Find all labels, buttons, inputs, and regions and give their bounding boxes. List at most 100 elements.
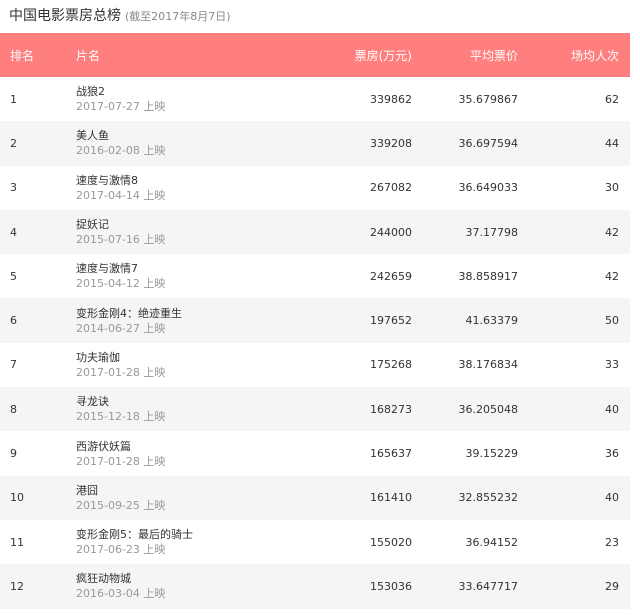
box-office-cell: 339208 [370,136,412,150]
box-office-table: 排名 片名 票房(万元) 平均票价 场均人次 1 战狼2 2017-07-27 上映… [0,33,630,609]
box-office-cell: 267082 [370,181,412,195]
film-cell: 港囧 2015-09-25 上映 [76,476,336,520]
table-row[interactable]: 11 变形金刚5：最后的骑士 2017-06-23 上映 155020 36.94152… [0,519,630,565]
film-cell: 西游伏妖篇 2017-01-28 上映 [76,431,336,475]
avg-attendance-cell: 40 [605,491,619,505]
column-header-rank[interactable]: 排名 [0,33,76,77]
film-title-link[interactable]: 港囧 [76,483,336,498]
column-header-film[interactable]: 片名 [76,33,336,77]
avg-price-cell: 36.205048 [458,402,519,416]
film-cell: 速度与激情7 2015-04-12 上映 [76,254,336,298]
film-title-link[interactable]: 疯狂动物城 [76,571,336,586]
rank-cell: 9 [10,447,17,461]
table-row[interactable]: 2 美人鱼 2016-02-08 上映 339208 36.697594 44 [0,121,630,166]
box-office-cell: 161410 [370,491,412,505]
film-title-link[interactable]: 捉妖记 [76,217,336,232]
avg-price-cell: 35.679867 [458,92,519,106]
box-office-cell: 175268 [370,358,412,372]
film-cell: 变形金刚5：最后的骑士 2017-06-23 上映 [76,520,336,564]
avg-attendance-cell: 42 [605,269,619,283]
rank-cell: 5 [10,269,17,283]
film-cell: 寻龙诀 2015-12-18 上映 [76,387,336,431]
table-row[interactable]: 12 疯狂动物城 2016-03-04 上映 153036 33.647717 29 [0,564,630,609]
box-office-cell: 165637 [370,447,412,461]
avg-price-cell: 38.176834 [458,358,519,372]
film-title-link[interactable]: 变形金刚5：最后的骑士 [76,527,336,542]
table-row[interactable]: 5 速度与激情7 2015-04-12 上映 242659 38.858917 42 [0,254,630,299]
avg-price-cell: 37.17798 [465,225,519,239]
release-date: 2017-04-14 上映 [76,188,166,202]
rank-cell: 1 [10,92,17,106]
rank-cell: 8 [10,402,17,416]
box-office-cell: 168273 [370,402,412,416]
release-date: 2015-07-16 上映 [76,233,166,247]
avg-attendance-cell: 42 [605,225,619,239]
column-header-box-office[interactable]: 票房(万元) [336,33,412,77]
film-cell: 疯狂动物城 2016-03-04 上映 [76,564,336,608]
avg-attendance-cell: 40 [605,402,619,416]
film-cell: 美人鱼 2016-02-08 上映 [76,121,336,165]
table-row[interactable]: 1 战狼2 2017-07-27 上映 339862 35.679867 62 [0,77,630,122]
film-title-link[interactable]: 变形金刚4：绝迹重生 [76,306,336,321]
table-row[interactable]: 9 西游伏妖篇 2017-01-28 上映 165637 39.15229 36 [0,431,630,476]
rank-cell: 6 [10,314,17,328]
release-date: 2015-09-25 上映 [76,498,166,512]
table-row[interactable]: 4 捉妖记 2015-07-16 上映 244000 37.17798 42 [0,209,630,255]
table-row[interactable]: 10 港囧 2015-09-25 上映 161410 32.855232 40 [0,475,630,520]
box-office-cell: 339862 [370,92,412,106]
rank-cell: 2 [10,136,17,150]
box-office-cell: 242659 [370,269,412,283]
avg-attendance-cell: 50 [605,314,619,328]
box-office-cell: 197652 [370,314,412,328]
avg-price-cell: 36.649033 [458,181,519,195]
box-office-cell: 153036 [370,579,412,593]
film-cell: 功夫瑜伽 2017-01-28 上映 [76,343,336,387]
rank-cell: 3 [10,181,17,195]
avg-attendance-cell: 23 [605,535,619,549]
release-date: 2015-12-18 上映 [76,410,166,424]
avg-attendance-cell: 33 [605,358,619,372]
film-cell: 速度与激情8 2017-04-14 上映 [76,166,336,210]
film-title-link[interactable]: 战狼2 [76,84,336,99]
avg-attendance-cell: 29 [605,579,619,593]
rank-cell: 7 [10,358,17,372]
film-title-link[interactable]: 速度与激情7 [76,261,336,276]
avg-attendance-cell: 36 [605,447,619,461]
table-row[interactable]: 6 变形金刚4：绝迹重生 2014-06-27 上映 197652 41.63379 50 [0,298,630,343]
release-date: 2014-06-27 上映 [76,321,166,335]
table-row[interactable]: 8 寻龙诀 2015-12-18 上映 168273 36.205048 40 [0,387,630,432]
avg-price-cell: 39.15229 [465,447,519,461]
film-title-link[interactable]: 西游伏妖篇 [76,439,336,454]
film-title-link[interactable]: 美人鱼 [76,128,336,143]
rank-cell: 12 [10,579,24,593]
column-header-avg-attendance[interactable]: 场均人次 [518,33,630,77]
release-date: 2015-04-12 上映 [76,277,166,291]
table-row[interactable]: 3 速度与激情8 2017-04-14 上映 267082 36.649033 30 [0,165,630,210]
film-cell: 变形金刚4：绝迹重生 2014-06-27 上映 [76,298,336,342]
title-date-note: (截至2017年8月7日) [125,10,231,23]
rank-cell: 11 [10,535,24,549]
film-title-link[interactable]: 速度与激情8 [76,173,336,188]
column-header-avg-price[interactable]: 平均票价 [412,33,518,77]
avg-price-cell: 33.647717 [458,579,519,593]
avg-attendance-cell: 30 [605,181,619,195]
table-row[interactable]: 7 功夫瑜伽 2017-01-28 上映 175268 38.176834 33 [0,342,630,388]
page-title: 中国电影票房总榜 (截至2017年8月7日) [9,5,231,25]
rank-cell: 10 [10,491,24,505]
release-date: 2017-01-28 上映 [76,454,166,468]
rank-cell: 4 [10,225,17,239]
avg-price-cell: 36.94152 [465,535,519,549]
avg-price-cell: 32.855232 [458,491,519,505]
film-title-link[interactable]: 功夫瑜伽 [76,350,336,365]
avg-price-cell: 36.697594 [458,136,519,150]
release-date: 2017-07-27 上映 [76,100,166,114]
box-office-cell: 155020 [370,535,412,549]
table-body: 1 战狼2 2017-07-27 上映 339862 35.679867 62 2 美人鱼 20… [0,77,630,609]
film-cell: 捉妖记 2015-07-16 上映 [76,210,336,254]
release-date: 2017-06-23 上映 [76,543,166,557]
avg-price-cell: 38.858917 [458,269,519,283]
film-cell: 战狼2 2017-07-27 上映 [76,77,336,121]
box-office-cell: 244000 [370,225,412,239]
title-text: 中国电影票房总榜 [9,8,121,24]
film-title-link[interactable]: 寻龙诀 [76,394,336,409]
